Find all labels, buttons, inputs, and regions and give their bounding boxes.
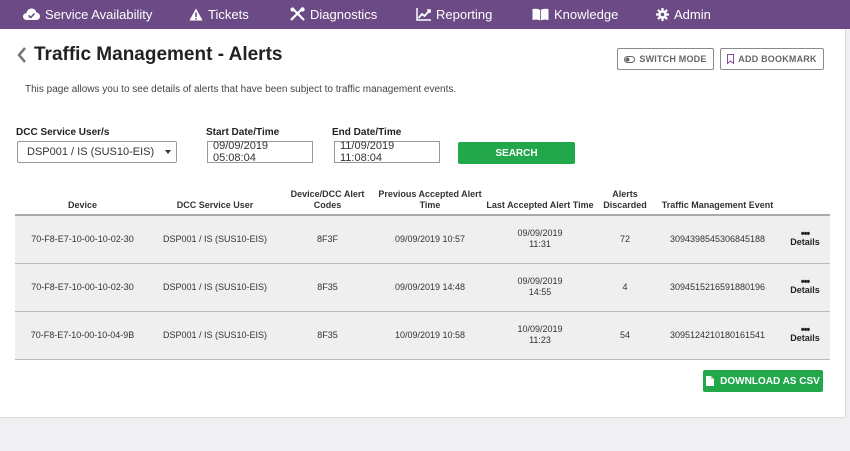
last-time: 14:55 [528, 287, 552, 297]
nav-admin[interactable]: Admin [656, 0, 711, 29]
cell-alert-code: 8F35 [280, 263, 375, 312]
chevron-down-icon [165, 150, 171, 154]
toggle-icon [624, 55, 636, 63]
last-time: 11:31 [529, 239, 551, 250]
details-link[interactable]: ••• Details [780, 311, 830, 360]
gear-icon [656, 8, 669, 21]
switch-mode-label: SWITCH MODE [639, 54, 707, 64]
add-bookmark-label: ADD BOOKMARK [738, 54, 817, 64]
last-date: 09/09/2019 [517, 228, 563, 239]
col-prev-alert-time: Previous Accepted Alert Time [375, 187, 485, 216]
nav-label: Service Availability [45, 7, 153, 22]
alerts-table: Device DCC Service User Device/DCC Alert… [15, 187, 830, 360]
col-alert-codes: Device/DCC Alert Codes [280, 187, 375, 216]
cell-alert-code: 8F35 [280, 311, 375, 360]
cell-discarded: 54 [595, 311, 655, 360]
nav-label: Reporting [436, 7, 493, 22]
cell-tm-event: 3094515216591880196 [655, 263, 780, 312]
tools-icon [290, 7, 305, 21]
file-icon [706, 376, 715, 386]
back-chevron-icon[interactable] [16, 45, 28, 65]
details-link[interactable]: ••• Details [780, 263, 830, 312]
cell-discarded: 72 [595, 215, 655, 264]
switch-mode-button[interactable]: SWITCH MODE [617, 48, 714, 70]
cell-device: 70-F8-E7-10-00-10-04-9B [15, 311, 150, 360]
nav-tickets[interactable]: Tickets [189, 0, 249, 29]
nav-reporting[interactable]: Reporting [416, 0, 492, 29]
book-icon [532, 8, 549, 21]
download-csv-label: DOWNLOAD AS CSV [720, 375, 820, 387]
start-date-input[interactable]: 09/09/2019 05:08:04 [207, 140, 313, 164]
cloud-check-icon [23, 8, 40, 20]
table-row: 70-F8-E7-10-00-10-02-30 DSP001 / IS (SUS… [15, 215, 830, 264]
start-date-label: Start Date/Time [206, 127, 280, 138]
cell-device: 70-F8-E7-10-00-10-02-30 [15, 215, 150, 264]
nav-diagnostics[interactable]: Diagnostics [290, 0, 377, 29]
top-nav: Service Availability Tickets Diagnostics… [0, 0, 850, 29]
line-chart-icon [416, 8, 431, 21]
nav-label: Knowledge [554, 7, 619, 22]
bookmark-icon [727, 54, 735, 64]
cell-last-time: 09/09/2019 11:31 [485, 215, 595, 264]
cell-service-user: DSP001 / IS (SUS10-EIS) [150, 311, 280, 360]
end-date-input[interactable]: 11/09/2019 11:08:04 [334, 140, 440, 164]
nav-label: Diagnostics [310, 7, 378, 22]
col-tm-event: Traffic Management Event [655, 187, 780, 216]
service-user-value: DSP001 / IS (SUS10-EIS) [27, 146, 155, 158]
service-user-select[interactable]: DSP001 / IS (SUS10-EIS) [17, 141, 177, 163]
cell-prev-time: 09/09/2019 10:57 [375, 215, 485, 264]
service-user-label: DCC Service User/s [16, 127, 110, 138]
details-label: Details [790, 284, 820, 295]
cell-service-user: DSP001 / IS (SUS10-EIS) [150, 263, 280, 312]
nav-label: Tickets [208, 7, 249, 22]
table-row: 70-F8-E7-10-00-10-02-30 DSP001 / IS (SUS… [15, 263, 830, 312]
col-last-alert-time: Last Accepted Alert Time [485, 187, 595, 216]
main-panel: Traffic Management - Alerts SWITCH MODE … [0, 29, 846, 418]
cell-last-time: 10/09/2019 11:23 [485, 311, 595, 360]
details-link[interactable]: ••• Details [780, 215, 830, 264]
last-time: 11:23 [529, 335, 551, 345]
cell-device: 70-F8-E7-10-00-10-02-30 [15, 263, 150, 312]
end-date-label: End Date/Time [332, 127, 402, 138]
search-button[interactable]: SEARCH [458, 142, 575, 164]
col-device: Device [15, 187, 150, 216]
nav-knowledge[interactable]: Knowledge [532, 0, 618, 29]
last-date: 09/09/2019 [517, 276, 563, 286]
table-row: 70-F8-E7-10-00-10-04-9B DSP001 / IS (SUS… [15, 311, 830, 360]
cell-tm-event: 3094398545306845188 [655, 215, 780, 264]
cell-service-user: DSP001 / IS (SUS10-EIS) [150, 215, 280, 264]
cell-prev-time: 09/09/2019 14:48 [375, 263, 485, 312]
col-service-user: DCC Service User [150, 187, 280, 216]
nav-service-availability[interactable]: Service Availability [23, 0, 152, 29]
cell-prev-time: 10/09/2019 10:58 [375, 311, 485, 360]
details-label: Details [790, 332, 820, 343]
details-label: Details [790, 236, 820, 247]
download-csv-button[interactable]: DOWNLOAD AS CSV [703, 370, 823, 392]
cell-alert-code: 8F3F [280, 215, 375, 264]
col-alerts-discarded: Alerts Discarded [595, 187, 655, 216]
cell-tm-event: 3095124210180161541 [655, 311, 780, 360]
warning-icon [189, 8, 203, 21]
page-title: Traffic Management - Alerts [34, 44, 283, 65]
add-bookmark-button[interactable]: ADD BOOKMARK [720, 48, 824, 70]
nav-label: Admin [674, 7, 711, 22]
cell-discarded: 4 [595, 263, 655, 312]
cell-last-time: 09/09/2019 14:55 [485, 263, 595, 312]
last-date: 10/09/2019 [517, 324, 563, 334]
col-actions [780, 187, 830, 216]
page-intro: This page allows you to see details of a… [25, 84, 457, 95]
